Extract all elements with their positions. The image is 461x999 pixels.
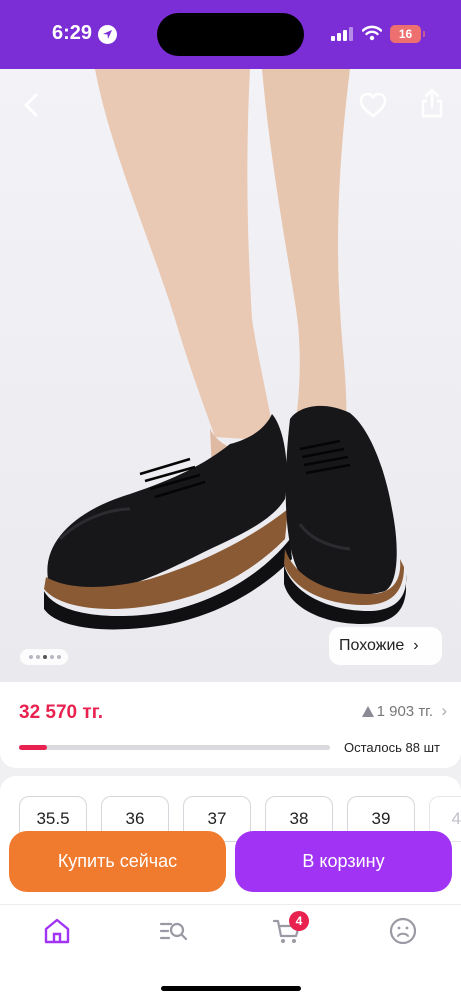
- chevron-right-icon[interactable]: ›: [441, 701, 447, 721]
- buy-now-button[interactable]: Купить сейчас: [9, 831, 226, 892]
- page-dot: [29, 655, 33, 659]
- similar-button[interactable]: Похожие ›: [329, 627, 442, 665]
- page-dot-active: [43, 655, 47, 659]
- battery-icon: 16: [390, 25, 425, 43]
- stock-progress-bar: [19, 745, 330, 750]
- heart-icon[interactable]: [358, 91, 388, 119]
- product-price: 32 570 тг.: [19, 702, 103, 723]
- share-icon[interactable]: [418, 87, 446, 119]
- catalog-search-icon[interactable]: [158, 916, 188, 946]
- wifi-icon: [362, 25, 382, 41]
- home-indicator: [161, 986, 301, 991]
- gallery-pagination: [20, 649, 68, 665]
- installment-price[interactable]: 1 903 тг.: [361, 703, 433, 720]
- signal-icon: [331, 27, 353, 41]
- stock-remaining: Осталось 88 шт: [344, 740, 440, 755]
- dynamic-island: [157, 13, 304, 56]
- price-section: 32 570 тг. 1 903 тг. ›: [0, 682, 461, 768]
- stock-progress-fill: [19, 745, 47, 750]
- profile-icon[interactable]: [388, 916, 418, 946]
- back-icon[interactable]: [18, 91, 46, 119]
- home-icon[interactable]: [42, 916, 72, 946]
- page-dot: [50, 655, 54, 659]
- status-bar: 6:29 16: [0, 0, 461, 69]
- page-dot: [57, 655, 61, 659]
- similar-label: Похожие: [339, 637, 405, 654]
- installment-amount: 1 903 тг.: [376, 703, 433, 720]
- add-to-cart-button[interactable]: В корзину: [235, 831, 452, 892]
- cart-count-badge: 4: [289, 911, 309, 931]
- page-dot: [36, 655, 40, 659]
- bottom-tab-bar: [0, 904, 461, 999]
- chevron-right-icon: ›: [413, 637, 419, 654]
- product-photo: [44, 69, 407, 630]
- location-arrow-icon: [98, 25, 117, 44]
- triangle-icon: [361, 706, 374, 717]
- status-time: 6:29: [52, 22, 93, 44]
- product-gallery[interactable]: Похожие ›: [0, 69, 461, 682]
